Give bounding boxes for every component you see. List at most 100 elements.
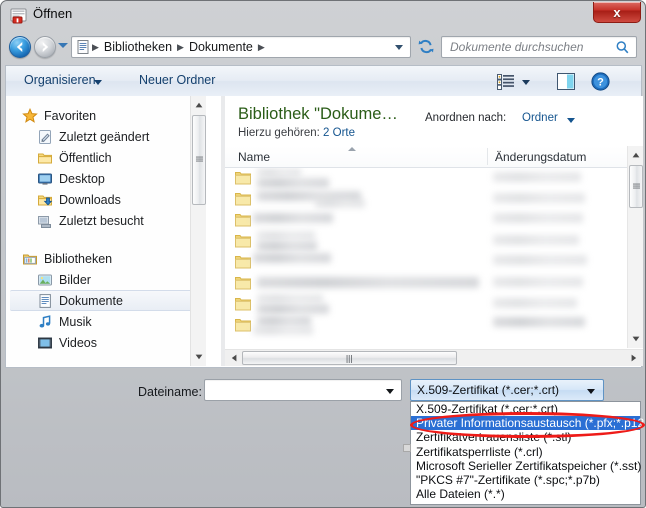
file-list-vertical-scrollbar[interactable] — [627, 146, 643, 348]
toolbar: Organisieren Neuer Ordner ? — [5, 65, 642, 97]
sidebar-item-downloads[interactable]: Downloads — [6, 189, 206, 210]
dropdown-item-x509[interactable]: X.509-Zertifikat (*.cer;*.crt) — [411, 402, 640, 416]
view-dropdown-icon[interactable] — [522, 80, 530, 85]
dialog-body: Favoriten Zuletzt geändert Öffent — [5, 96, 642, 368]
forward-arrow-icon — [35, 37, 55, 57]
sidebar-label: Downloads — [59, 193, 121, 207]
preview-pane-icon[interactable] — [557, 73, 575, 90]
table-row[interactable] — [225, 252, 627, 273]
close-icon: x — [613, 6, 620, 19]
organize-button[interactable]: Organisieren — [24, 73, 96, 87]
dropdown-item-pkcs7[interactable]: "PKCS #7"-Zertifikate (*.spc;*.p7b) — [411, 473, 640, 487]
recent-places-icon — [37, 213, 53, 229]
redacted-text — [253, 253, 331, 263]
horizontal-scroll-thumb[interactable] — [242, 351, 457, 365]
breadcrumb-separator: ▶ — [176, 42, 185, 53]
table-row[interactable] — [225, 168, 627, 189]
grip-icon — [346, 355, 354, 363]
column-divider[interactable] — [487, 148, 488, 165]
search-box[interactable]: Dokumente durchsuchen — [441, 36, 637, 58]
dropdown-item-sst[interactable]: Microsoft Serieller Zertifikatspeicher (… — [411, 459, 640, 473]
dropdown-item-stl[interactable]: Zertifikatvertrauensliste (*.stl) — [411, 430, 640, 444]
sidebar-header-bibliotheken[interactable]: Bibliotheken — [6, 248, 206, 269]
folder-icon — [235, 171, 251, 185]
redacted-text — [257, 304, 329, 314]
sidebar-scroll-up-button[interactable] — [191, 96, 206, 114]
scroll-right-button[interactable] — [625, 350, 642, 366]
grip-icon — [196, 156, 203, 163]
back-button[interactable] — [9, 36, 31, 58]
dropdown-item-crl[interactable]: Zertifikatsperrliste (*.crl) — [411, 445, 640, 459]
sort-ascending-icon — [348, 147, 356, 151]
sidebar-label: Desktop — [59, 172, 105, 186]
file-list-rows[interactable] — [225, 168, 627, 348]
address-bar[interactable]: ▶ Bibliotheken ▶ Dokumente ▶ — [71, 36, 411, 58]
redacted-date — [493, 213, 583, 223]
sidebar-item-zuletzt-geaendert[interactable]: Zuletzt geändert — [6, 126, 206, 147]
chevron-down-icon[interactable] — [386, 389, 394, 394]
sidebar-scrollbar[interactable] — [190, 96, 206, 366]
documents-icon — [37, 293, 53, 309]
library-subtitle: Hierzu gehören: 2 Orte — [238, 127, 355, 139]
breadcrumb-item-dokumente[interactable]: Dokumente — [185, 40, 257, 54]
document-icon — [75, 39, 91, 55]
column-header-date-modified[interactable]: Änderungsdatum — [495, 150, 586, 164]
library-locations-link[interactable]: 2 Orte — [323, 127, 355, 139]
table-row[interactable] — [225, 273, 627, 294]
sidebar-header-favoriten[interactable]: Favoriten — [6, 105, 206, 126]
redacted-date — [493, 235, 579, 245]
vertical-scroll-thumb[interactable] — [629, 165, 643, 208]
sidebar-item-musik[interactable]: Musik — [6, 311, 206, 332]
recent-changed-icon — [37, 129, 53, 145]
sidebar-scroll-thumb[interactable] — [192, 115, 206, 205]
column-header-name[interactable]: Name — [238, 150, 270, 164]
chevron-down-icon[interactable] — [94, 80, 102, 85]
history-dropdown-icon[interactable] — [58, 43, 68, 48]
file-list-horizontal-scrollbar[interactable] — [225, 349, 643, 366]
breadcrumb-item-bibliotheken[interactable]: Bibliotheken — [100, 40, 176, 54]
arrange-by-value[interactable]: Ordner — [522, 112, 558, 124]
table-row[interactable] — [225, 315, 627, 336]
table-row[interactable] — [225, 189, 627, 210]
refresh-button[interactable] — [415, 36, 437, 58]
breadcrumb-separator: ▶ — [91, 42, 100, 53]
folder-icon — [235, 255, 251, 269]
help-icon[interactable]: ? — [591, 72, 610, 91]
sidebar-item-oeffentlich[interactable]: Öffentlich — [6, 147, 206, 168]
sidebar-label: Favoriten — [44, 109, 96, 123]
filename-input[interactable] — [204, 379, 402, 401]
redacted-text — [257, 316, 311, 326]
new-folder-button[interactable]: Neuer Ordner — [139, 73, 215, 87]
filetype-combobox[interactable]: X.509-Zertifikat (*.cer;*.crt) — [410, 379, 604, 401]
sidebar-item-videos[interactable]: Videos — [6, 332, 206, 353]
sidebar-item-dokumente[interactable]: Dokumente — [10, 290, 204, 311]
filetype-dropdown-list[interactable]: X.509-Zertifikat (*.cer;*.crt) Privater … — [410, 401, 641, 505]
libraries-icon — [22, 251, 38, 267]
table-row[interactable] — [225, 210, 627, 231]
dropdown-item-all-files[interactable]: Alle Dateien (*.*) — [411, 487, 640, 501]
scroll-up-button[interactable] — [628, 146, 643, 164]
scroll-left-button[interactable] — [225, 350, 242, 366]
search-input[interactable]: Dokumente durchsuchen — [450, 40, 583, 54]
chevron-right-icon — [631, 354, 637, 362]
table-row[interactable] — [225, 294, 627, 315]
chevron-down-icon — [587, 389, 595, 394]
list-view-icon[interactable] — [497, 74, 514, 90]
chevron-down-icon[interactable] — [567, 118, 575, 123]
forward-button[interactable] — [34, 36, 56, 58]
sidebar-scroll-down-button[interactable] — [191, 348, 206, 366]
dropdown-item-pfx[interactable]: Privater Informationsaustausch (*.pfx;*.… — [411, 416, 640, 430]
sidebar-item-bilder[interactable]: Bilder — [6, 269, 206, 290]
grip-icon — [633, 183, 640, 190]
address-dropdown-icon[interactable] — [395, 45, 403, 50]
sidebar-label: Bibliotheken — [44, 252, 112, 266]
sidebar-item-zuletzt-besucht[interactable]: Zuletzt besucht — [6, 210, 206, 231]
sidebar-item-desktop[interactable]: Desktop — [6, 168, 206, 189]
table-row[interactable] — [225, 231, 627, 252]
library-subtitle-label: Hierzu gehören: — [238, 127, 320, 139]
dropdown-scroll-stub[interactable] — [403, 444, 411, 452]
desktop-icon — [37, 171, 53, 187]
scroll-down-button[interactable] — [628, 330, 643, 348]
close-button[interactable]: x — [593, 2, 641, 23]
pictures-icon — [37, 272, 53, 288]
